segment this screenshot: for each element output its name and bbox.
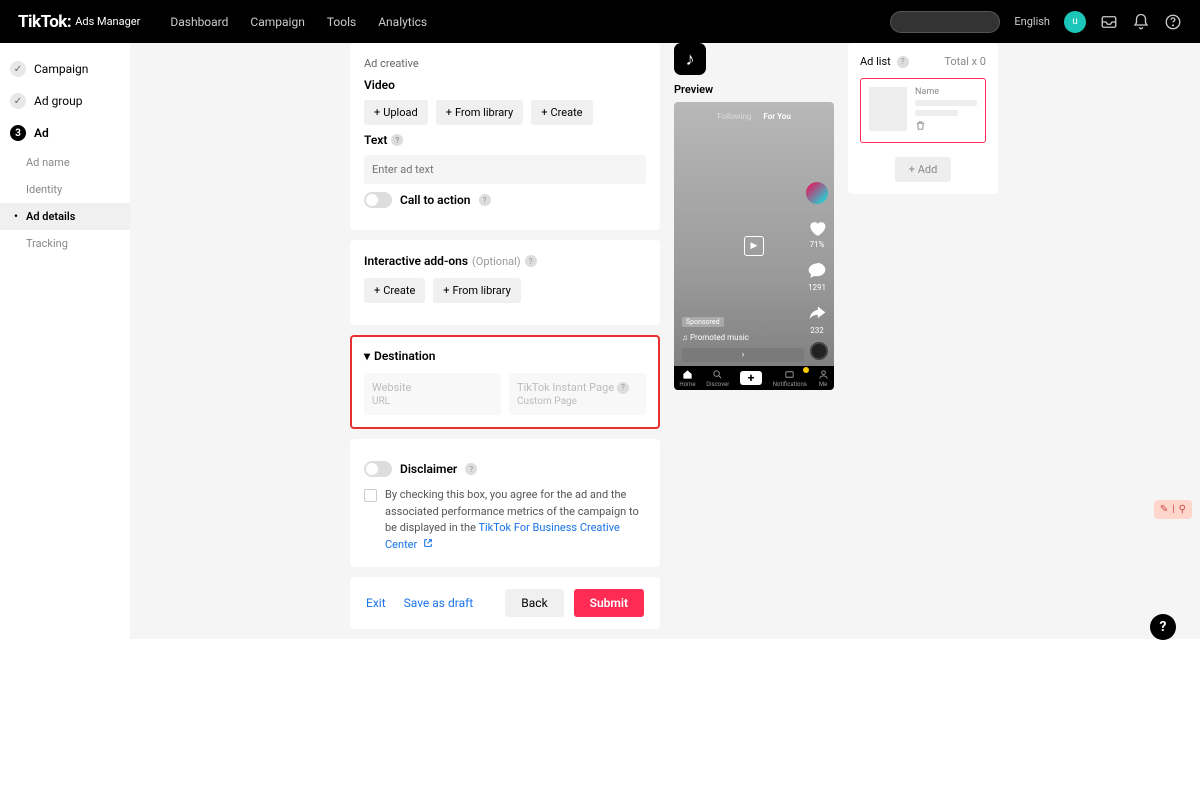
step-number: 3 [10,125,26,141]
check-icon: ✓ [10,93,26,109]
save-draft-link[interactable]: Save as draft [404,596,474,610]
check-icon: ✓ [10,61,26,77]
destination-instant-page[interactable]: TikTok Instant Page? Custom Page [509,373,646,415]
search-input[interactable] [890,11,1000,33]
cta-label: Call to action [400,193,471,207]
adlist-title: Ad list [860,55,891,68]
adlist-total: Total x 0 [944,55,986,68]
left-sidebar: ✓ Campaign ✓ Ad group 3 Ad Ad name Ident… [0,43,130,639]
tiktok-icon: ♪ [674,43,706,75]
create-button[interactable]: +Create [531,100,592,125]
nav-discover-icon: Discover [706,369,729,388]
bell-icon[interactable] [1132,13,1150,31]
text-heading: Text [364,133,387,147]
tab-foryou: For You [763,112,790,121]
brand-subtitle: Ads Manager [75,15,140,28]
sponsored-badge: Sponsored [682,317,724,327]
consent-text: By checking this box, you agree for the … [385,487,646,553]
inbox-icon[interactable] [1100,13,1118,31]
consent-checkbox[interactable] [364,489,377,502]
step-label: Campaign [34,62,88,76]
disclaimer-label: Disclaimer [400,462,457,476]
brand-logo: TikTok: [18,12,71,32]
nav-analytics[interactable]: Analytics [378,15,427,29]
edit-icon: ✎ [1160,504,1168,515]
cta-bar: › [682,348,804,362]
like-icon: 71% [807,218,827,249]
music-disc-icon [810,342,828,360]
optional-label: (Optional) [472,255,521,268]
phone-preview: Following For You ▶ 71% 1291 232 Sponsor… [674,102,834,390]
disclaimer-toggle[interactable] [364,461,392,477]
info-icon[interactable]: ? [465,463,477,475]
share-icon: 232 [807,304,827,335]
ad-creative-label: Ad creative [364,57,646,70]
nav-tools[interactable]: Tools [327,15,356,29]
trash-icon[interactable] [915,120,977,134]
phone-bottom-nav: Home Discover + Notifications Me [674,366,834,390]
nav-create-icon: + [740,371,762,385]
nav-inbox-icon: Notifications [773,369,807,388]
main-nav: Dashboard Campaign Tools Analytics [170,15,427,29]
nav-home-icon: Home [679,369,695,388]
avatar-icon [806,182,828,206]
footer-bar: Exit Save as draft Back Submit [350,577,660,629]
from-library-button[interactable]: +From library [436,100,524,125]
destination-heading: Destination [374,349,435,363]
name-label: Name [915,87,977,97]
cta-toggle[interactable] [364,192,392,208]
nav-me-icon: Me [818,369,829,388]
ad-text-input[interactable] [364,155,646,184]
upload-button[interactable]: +Upload [364,100,428,125]
tab-following: Following [717,112,751,121]
help-fab[interactable]: ? [1150,614,1176,640]
top-bar: TikTok: Ads Manager Dashboard Campaign T… [0,0,1200,43]
comment-icon: 1291 [807,261,827,292]
info-icon: ? [617,382,629,394]
addon-library-button[interactable]: +From library [433,278,521,303]
step-label: Ad [34,126,49,140]
info-icon[interactable]: ? [479,194,491,206]
substep-tracking[interactable]: Tracking [0,230,130,257]
exit-link[interactable]: Exit [366,596,386,610]
addon-create-button[interactable]: +Create [364,278,425,303]
nav-campaign[interactable]: Campaign [250,15,304,29]
substep-identity[interactable]: Identity [0,176,130,203]
side-tool[interactable]: ✎ | ⚲ [1154,500,1192,519]
step-ad[interactable]: 3 Ad [0,117,130,149]
substep-addetails[interactable]: Ad details [0,203,130,230]
user-avatar[interactable]: u [1064,11,1086,33]
destination-website[interactable]: Website URL [364,373,501,415]
back-button[interactable]: Back [505,589,563,617]
step-adgroup[interactable]: ✓ Ad group [0,85,130,117]
info-icon[interactable]: ? [897,56,909,68]
caret-down-icon[interactable]: ▾ [364,349,370,363]
nav-dashboard[interactable]: Dashboard [170,15,228,29]
info-icon[interactable]: ? [391,134,403,146]
info-icon[interactable]: ? [525,255,537,267]
step-label: Ad group [34,94,82,108]
play-icon: ▶ [744,236,764,256]
search-icon: ⚲ [1179,504,1186,515]
submit-button[interactable]: Submit [574,589,644,617]
language-selector[interactable]: English [1014,15,1050,28]
step-campaign[interactable]: ✓ Campaign [0,53,130,85]
preview-label: Preview [674,83,834,96]
add-ad-button[interactable]: + Add [895,157,952,182]
addons-heading: Interactive add-ons [364,254,468,268]
external-link-icon [423,537,433,554]
substep-adname[interactable]: Ad name [0,149,130,176]
help-icon[interactable] [1164,13,1182,31]
adlist-item[interactable]: Name [860,78,986,143]
destination-section: ▾ Destination Website URL TikTok Instant… [350,335,660,429]
ad-thumbnail [869,87,907,131]
promoted-music: ♫ Promoted music [682,333,749,342]
video-heading: Video [364,78,646,92]
